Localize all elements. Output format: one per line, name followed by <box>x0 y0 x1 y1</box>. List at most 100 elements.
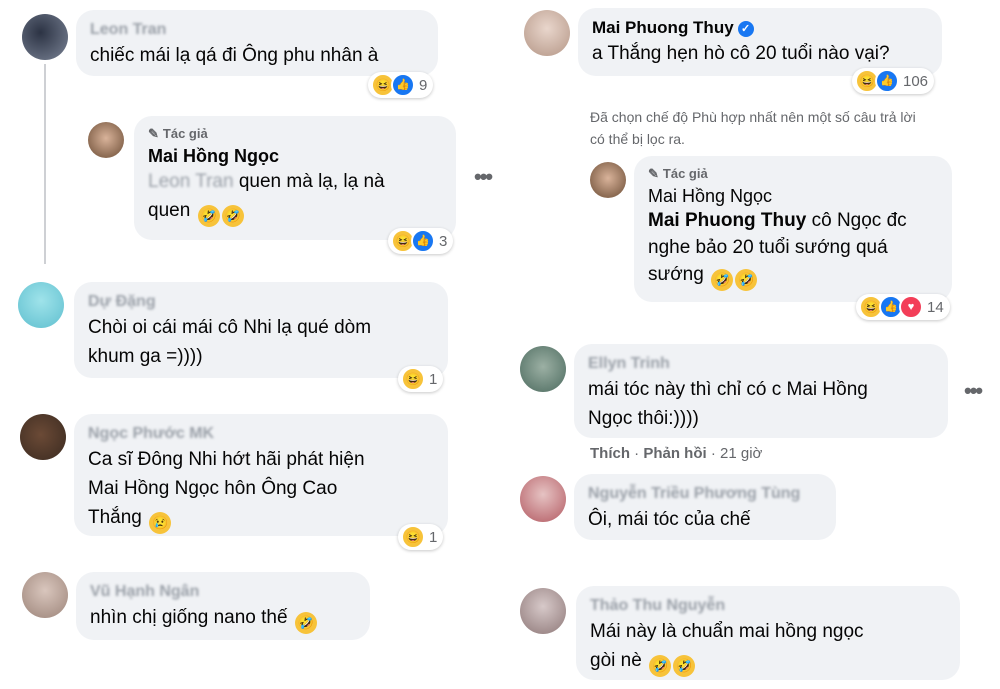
rofl-icon: 🤣 <box>735 269 758 291</box>
timestamp[interactable]: 21 giờ <box>720 445 762 462</box>
comment-text-part: khum ga =)))) <box>88 346 203 367</box>
comment-text-part: sướng <box>648 264 704 285</box>
commenter-name[interactable]: Leon Tran <box>90 19 424 41</box>
comment-text: nhìn chị giống nano thế 🤣 <box>90 603 356 634</box>
comment-text: Leon Tran quen mà lạ, lạ nà quen 🤣 🤣 <box>148 167 442 227</box>
mention[interactable]: Leon Tran <box>148 171 234 192</box>
rofl-icon: 🤣 <box>711 269 734 291</box>
more-icon[interactable]: ••• <box>474 164 493 190</box>
comment-text-part: Ca sĩ Đông Nhi hớt hãi phát hiện <box>88 449 365 470</box>
comment-text-part: nhìn chị giống nano thế <box>90 607 288 628</box>
comment-text-part: Mai Hồng Ngọc hôn Ông Cao <box>88 478 338 499</box>
reply-bubble: ✎ Tác giả Mai Hồng Ngọc Mai Phuong Thuy … <box>634 156 952 302</box>
comment-text: Mái này là chuẩn mai hồng ngọc gòi nè 🤣 🤣 <box>590 617 946 677</box>
pencil-icon: ✎ <box>148 126 159 141</box>
filter-note: Đã chọn chế độ Phù hợp nhất nên một số c… <box>590 106 916 150</box>
thread-line <box>44 64 46 264</box>
comment-text-part: gòi nè <box>590 650 642 671</box>
commenter-name[interactable]: Ngọc Phước MK <box>88 423 434 445</box>
comment-text-part: quen <box>148 200 191 221</box>
comment-bubble: Dự Đặng Chòi oi cái mái cô Nhi lạ qué dò… <box>74 282 448 378</box>
reaction-count: 9 <box>419 76 428 94</box>
comment-text-part: quen mà lạ, lạ nà <box>233 171 385 192</box>
reaction-count: 106 <box>903 72 929 90</box>
comment-text: Ôi, mái tóc của chế <box>588 509 751 530</box>
like-icon: 👍 <box>875 69 899 93</box>
comment-bubble: Ngọc Phước MK Ca sĩ Đông Nhi hớt hãi phá… <box>74 414 448 536</box>
reaction-summary[interactable]: 😆 👍 106 <box>852 68 935 94</box>
like-icon: 👍 <box>411 229 435 253</box>
rofl-icon: 🤣 <box>197 205 220 227</box>
pencil-icon: ✎ <box>648 166 659 181</box>
author-label: Tác giả <box>662 166 708 181</box>
avatar[interactable] <box>18 282 64 328</box>
commenter-name[interactable]: Mai Hồng Ngọc <box>648 185 938 207</box>
haha-icon: 😆 <box>401 367 425 391</box>
commenter-name[interactable]: Ellyn Trinh <box>588 353 934 375</box>
author-badge: ✎ Tác giả <box>648 165 938 183</box>
reply-bubble: ✎ Tác giả Mai Hồng Ngọc Leon Tran quen m… <box>134 116 456 240</box>
avatar[interactable] <box>88 122 124 158</box>
comment-text: chiếc mái lạ qá đi Ông phu nhân à <box>90 45 379 66</box>
comment-text-part: Chòi oi cái mái cô Nhi lạ qué dòm <box>88 317 372 338</box>
rofl-icon: 🤣 <box>294 612 317 634</box>
avatar[interactable] <box>22 572 68 618</box>
commenter-name[interactable]: Vũ Hạnh Ngân <box>90 581 356 603</box>
comment-text: mái tóc này thì chỉ có c Mai Hồng Ngọc t… <box>588 375 934 433</box>
reaction-count: 14 <box>927 298 944 316</box>
avatar[interactable] <box>22 14 68 60</box>
reaction-summary[interactable]: 😆 1 <box>398 366 444 392</box>
separator: · <box>630 445 644 462</box>
avatar[interactable] <box>520 476 566 522</box>
comment-bubble: Nguyễn Triều Phương Tùng Ôi, mái tóc của… <box>574 474 836 540</box>
like-link[interactable]: Thích <box>590 445 630 462</box>
commenter-name[interactable]: Mai Hồng Ngọc <box>148 145 442 167</box>
haha-icon: 😆 <box>401 525 425 549</box>
comment-bubble: Vũ Hạnh Ngân nhìn chị giống nano thế 🤣 <box>76 572 370 640</box>
mention[interactable]: Mai Phuong Thuy <box>648 210 806 231</box>
rofl-icon: 🤣 <box>673 655 696 677</box>
avatar[interactable] <box>520 346 566 392</box>
like-icon: 👍 <box>391 73 415 97</box>
avatar[interactable] <box>590 162 626 198</box>
avatar[interactable] <box>520 588 566 634</box>
reaction-summary[interactable]: 😆 👍 ♥ 14 <box>856 294 950 320</box>
reaction-count: 1 <box>429 370 438 388</box>
comment-actions: Thích · Phản hồi · 21 giờ <box>590 445 762 462</box>
reaction-count: 3 <box>439 232 448 250</box>
comment-text-part: cô Ngọc đc <box>806 210 907 231</box>
reaction-summary[interactable]: 😆 👍 9 <box>368 72 434 98</box>
rofl-icon: 🤣 <box>221 205 244 227</box>
comment-text: Chòi oi cái mái cô Nhi lạ qué dòm khum g… <box>88 313 434 371</box>
commenter-name[interactable]: Thảo Thu Nguyễn <box>590 595 946 617</box>
reply-link[interactable]: Phản hồi <box>643 445 706 462</box>
comment-text-part: mái tóc này thì chỉ có c Mai Hồng <box>588 379 868 400</box>
comment-text-part: Thắng <box>88 507 142 528</box>
more-icon[interactable]: ••• <box>964 378 983 404</box>
reaction-summary[interactable]: 😆 👍 3 <box>388 228 454 254</box>
commenter-name-text[interactable]: Mai Phuong Thuy <box>592 18 734 37</box>
comment-bubble: Ellyn Trinh mái tóc này thì chỉ có c Mai… <box>574 344 948 438</box>
comment-bubble: Thảo Thu Nguyễn Mái này là chuẩn mai hồn… <box>576 586 960 680</box>
reaction-summary[interactable]: 😆 1 <box>398 524 444 550</box>
commenter-name[interactable]: Mai Phuong Thuy ✓ <box>592 17 928 39</box>
comment-text-part: nghe bảo 20 tuổi sướng quá <box>648 237 888 258</box>
comment-text-part: Mái này là chuẩn mai hồng ngọc <box>590 621 864 642</box>
filter-note-line: có thể bị lọc ra. <box>590 131 685 147</box>
commenter-name[interactable]: Dự Đặng <box>88 291 434 313</box>
comment-text-part: Ngọc thôi:)))) <box>588 408 699 429</box>
reaction-count: 1 <box>429 528 438 546</box>
rofl-icon: 🤣 <box>649 655 672 677</box>
comment-bubble: Mai Phuong Thuy ✓ a Thắng hẹn hò cô 20 tu… <box>578 8 942 76</box>
separator: · <box>706 445 721 462</box>
avatar[interactable] <box>524 10 570 56</box>
love-icon: ♥ <box>899 295 923 319</box>
filter-note-line: Đã chọn chế độ Phù hợp nhất nên một số c… <box>590 109 916 125</box>
comment-text: a Thắng hẹn hò cô 20 tuổi nào vại? <box>592 43 890 64</box>
crying-icon: 😢 <box>149 512 172 534</box>
avatar[interactable] <box>20 414 66 460</box>
commenter-name[interactable]: Nguyễn Triều Phương Tùng <box>588 483 822 505</box>
comment-text: Ca sĩ Đông Nhi hớt hãi phát hiện Mai Hồn… <box>88 445 434 534</box>
verified-icon: ✓ <box>737 21 754 37</box>
author-label: Tác giả <box>162 126 208 141</box>
